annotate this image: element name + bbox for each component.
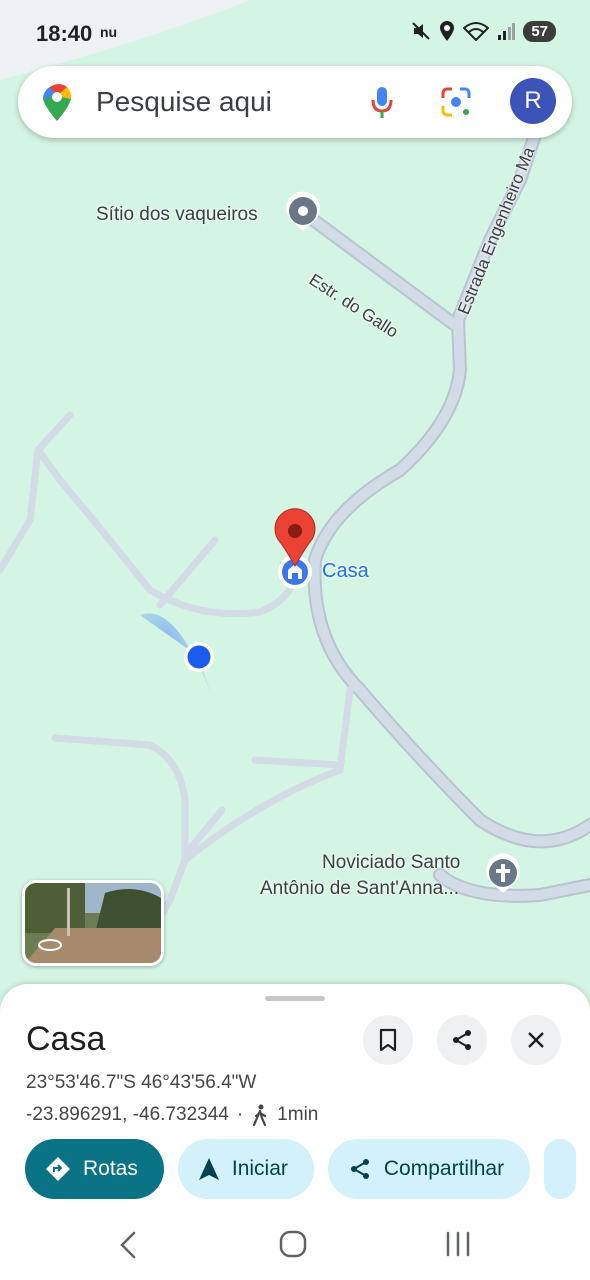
directions-label: Rotas — [83, 1157, 138, 1180]
mute-icon — [412, 22, 431, 40]
directions-button[interactable]: Rotas — [25, 1139, 164, 1199]
share-icon — [453, 1030, 471, 1050]
profile-avatar[interactable]: R — [510, 78, 556, 124]
system-nav-bar — [0, 1212, 590, 1280]
battery-badge: 57 — [523, 20, 556, 42]
walk-icon — [253, 1104, 267, 1126]
rotate-360-icon — [38, 939, 62, 951]
search-input[interactable]: Pesquise aqui — [96, 86, 272, 118]
coordinates-row: -23.896291, -46.732344 · 1min — [26, 1104, 318, 1126]
wifi-icon — [463, 22, 490, 41]
map-label-noviciado-line1[interactable]: Noviciado Santo — [322, 852, 460, 874]
status-carrier-logo: nu — [100, 24, 118, 40]
share-button[interactable]: Compartilhar — [327, 1139, 531, 1199]
navigation-arrow-icon — [198, 1158, 219, 1180]
search-bar[interactable]: Pesquise aqui R — [18, 66, 572, 138]
directions-icon — [46, 1157, 70, 1181]
close-icon — [528, 1032, 544, 1048]
status-time: 18:40 — [36, 21, 93, 46]
more-actions-chip[interactable] — [544, 1139, 577, 1199]
close-button[interactable] — [511, 1015, 561, 1065]
signal-icon — [498, 23, 516, 40]
map-label-sitio[interactable]: Sítio dos vaqueiros — [96, 204, 258, 226]
status-bar: 18:40 nu 57 — [0, 0, 590, 66]
google-lens-icon[interactable] — [440, 86, 472, 118]
street-view-thumbnail[interactable] — [22, 880, 164, 966]
map-canvas[interactable] — [0, 0, 590, 1000]
map-label-casa[interactable]: Casa — [322, 560, 369, 583]
status-icons: 57 — [411, 20, 556, 42]
action-chips: Rotas Iniciar Compartilhar — [25, 1139, 577, 1201]
back-icon[interactable] — [118, 1230, 138, 1260]
home-icon[interactable] — [279, 1230, 307, 1258]
share-label: Compartilhar — [383, 1157, 505, 1180]
current-location-dot[interactable] — [187, 645, 211, 669]
start-label: Iniciar — [231, 1157, 288, 1180]
location-status-icon — [440, 21, 455, 41]
place-title: Casa — [26, 1020, 106, 1058]
share-circle-button[interactable] — [437, 1015, 487, 1065]
map-label-noviciado-line2[interactable]: Antônio de Sant'Anna... — [260, 878, 459, 900]
google-maps-logo-icon — [43, 84, 72, 121]
separator-dot: · — [236, 1104, 244, 1125]
start-button[interactable]: Iniciar — [177, 1139, 314, 1199]
share-icon — [350, 1159, 369, 1179]
save-button[interactable] — [363, 1015, 413, 1065]
sheet-drag-handle[interactable] — [265, 996, 325, 1001]
voice-search-icon[interactable] — [370, 86, 394, 120]
walk-time: 1min — [277, 1104, 319, 1125]
recents-icon[interactable] — [444, 1230, 472, 1258]
coordinates-decimal: -23.896291, -46.732344 — [26, 1104, 229, 1125]
coordinates-dms: 23°53'46.7"S 46°43'56.4"W — [26, 1072, 257, 1093]
bookmark-icon — [379, 1028, 397, 1052]
